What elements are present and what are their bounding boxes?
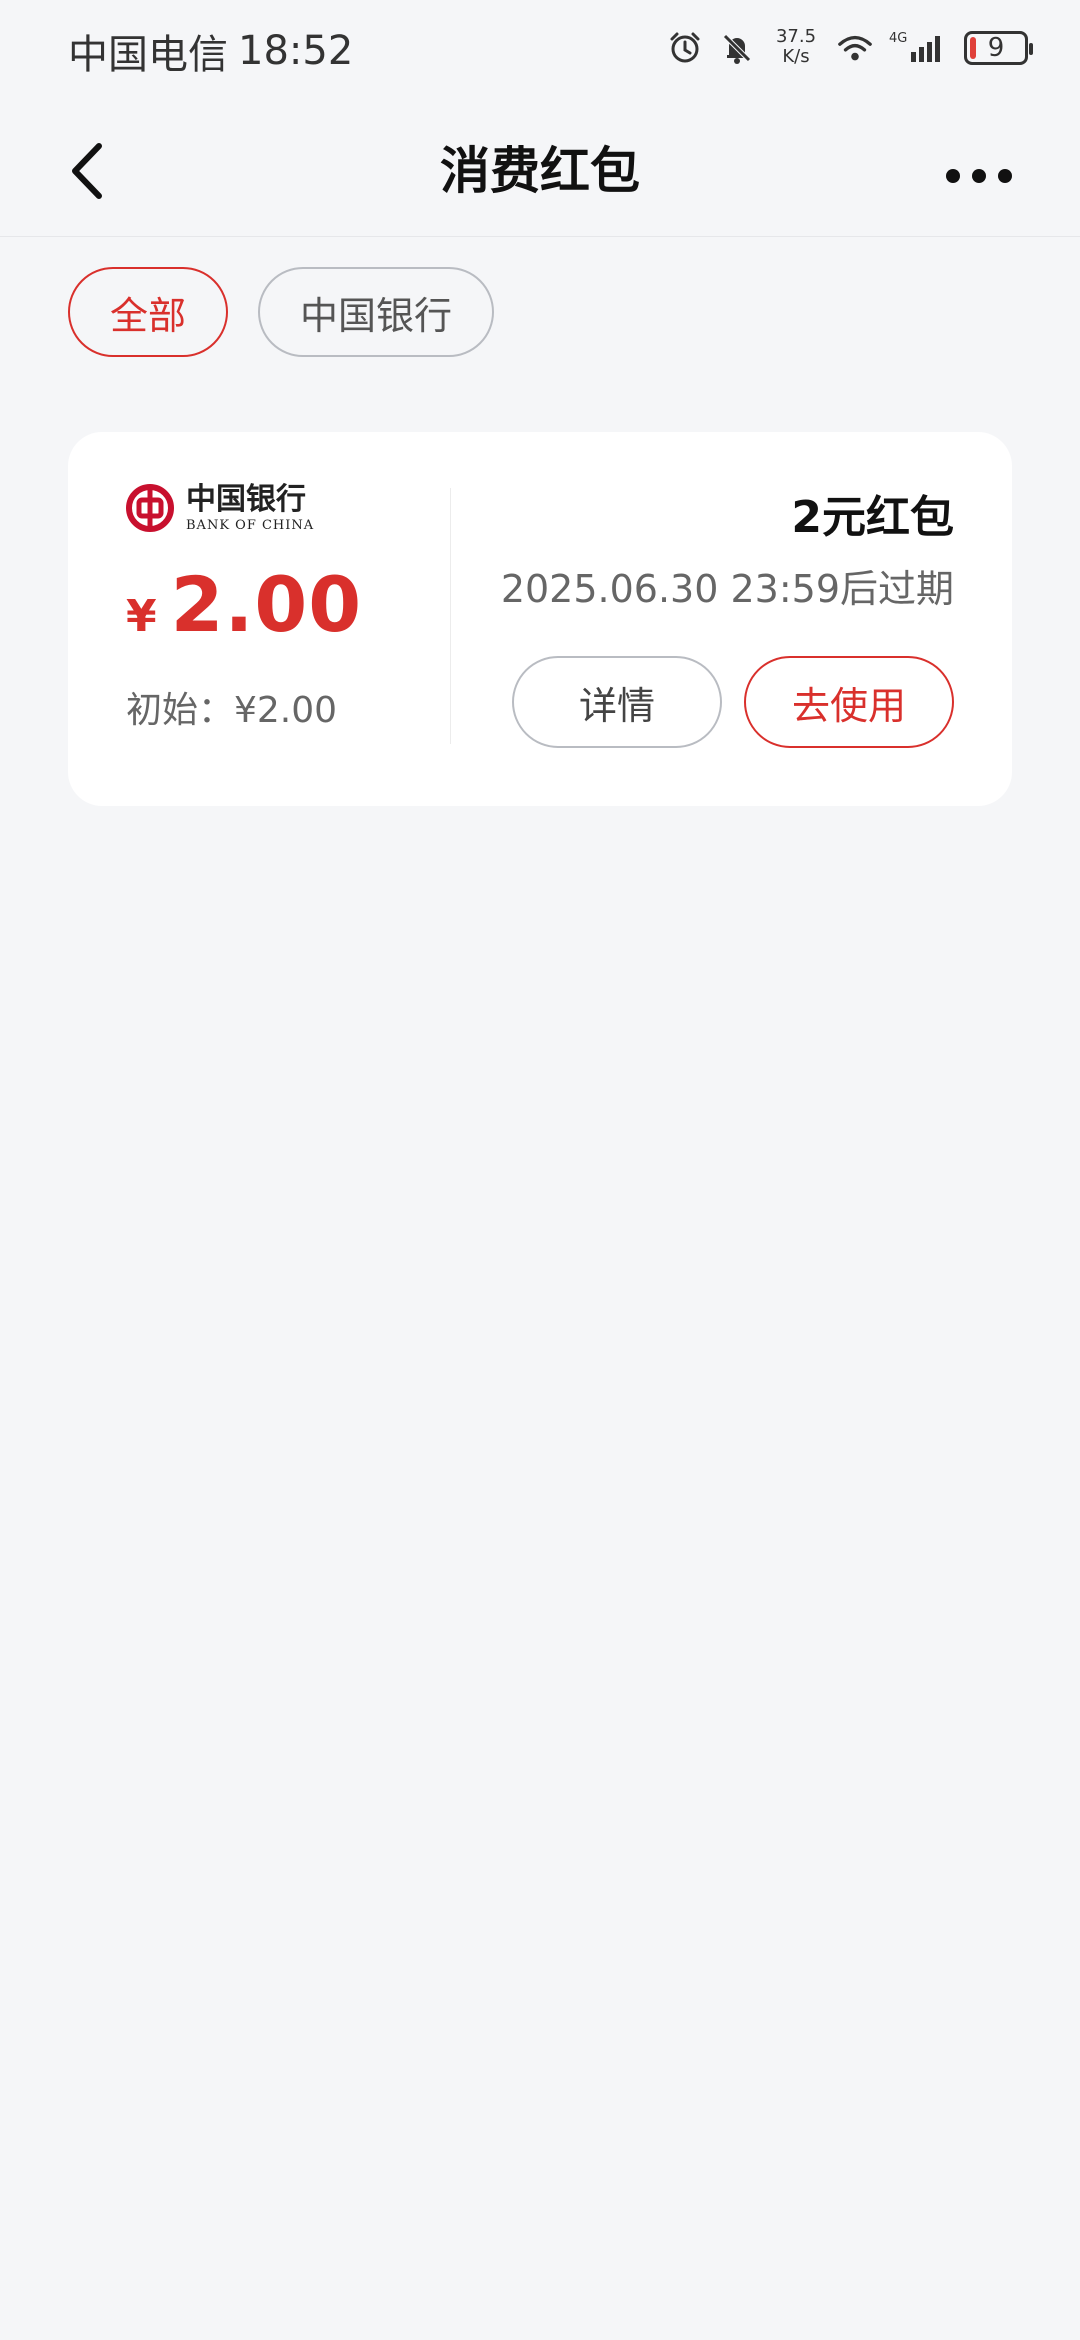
filter-chip-bank-of-china[interactable]: 中国银行: [258, 267, 495, 357]
wifi-icon: [836, 29, 874, 67]
initial-amount: 初始：¥2.00: [126, 690, 338, 731]
use-button[interactable]: 去使用: [744, 656, 954, 748]
network-speed: 37.5 K/s: [772, 28, 820, 68]
battery-level: 9: [987, 33, 1005, 63]
page-title: 消费红包: [440, 142, 640, 200]
amount-value: 2.00: [170, 560, 363, 649]
signal-icon: 4G: [888, 29, 950, 67]
expiry-date: 2025.06.30 23:59后过期: [500, 567, 954, 611]
status-right: 37.5 K/s 4G 9: [666, 28, 1033, 68]
network-type-label: 4G: [889, 31, 907, 46]
coupon-actions: 详情 去使用: [434, 656, 954, 748]
filter-chip-all[interactable]: 全部: [68, 267, 229, 357]
coupon-amount: ¥ 2.00: [126, 560, 446, 649]
bank-name-cn: 中国银行: [186, 481, 306, 517]
carrier-label: 中国电信: [68, 32, 228, 78]
details-button[interactable]: 详情: [512, 656, 722, 748]
filter-chips: 全部 中国银行: [68, 267, 495, 357]
coupon-name: 2元红包: [791, 492, 954, 543]
mute-bell-icon: [718, 29, 756, 67]
more-dot-icon: [972, 169, 986, 183]
alarm-icon: [666, 29, 704, 67]
battery-icon: 9: [964, 31, 1033, 65]
status-bar: 中国电信 18:52 37.5 K/s 4G 9: [0, 0, 1080, 110]
coupon-right: 2元红包 2025.06.30 23:59后过期 详情 去使用: [434, 488, 954, 748]
status-left: 中国电信 18:52: [68, 22, 353, 80]
bank-name: 中国银行 BANK OF CHINA: [186, 481, 315, 533]
coupon-card[interactable]: 中国银行 BANK OF CHINA ¥ 2.00 初始：¥2.00 2元红包 …: [68, 432, 1012, 806]
network-speed-unit: K/s: [782, 46, 810, 67]
network-speed-value: 37.5: [775, 26, 817, 47]
clock: 18:52: [238, 28, 354, 74]
more-dot-icon: [998, 169, 1012, 183]
more-dot-icon: [946, 169, 960, 183]
bank-name-en: BANK OF CHINA: [186, 517, 315, 533]
more-options-button[interactable]: [926, 146, 1032, 206]
battery-level-indicator: [970, 37, 976, 59]
currency-symbol: ¥: [126, 591, 157, 642]
coupon-left: 中国银行 BANK OF CHINA ¥ 2.00 初始：¥2.00: [126, 482, 446, 733]
bank-logo: 中国银行 BANK OF CHINA: [126, 482, 446, 534]
header: 消费红包: [0, 110, 1080, 237]
bank-of-china-logo-icon: [126, 484, 174, 532]
